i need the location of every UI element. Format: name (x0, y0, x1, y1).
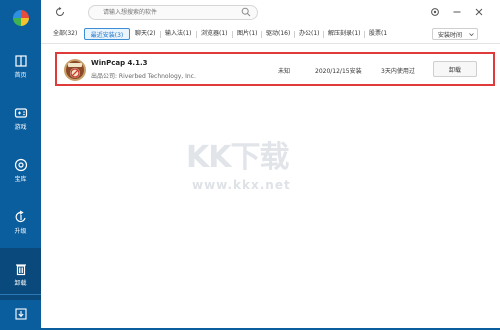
home-icon (13, 53, 29, 69)
tab-divider (232, 31, 233, 38)
trash-icon (13, 261, 29, 277)
usage-status: 3天内使用过 (381, 68, 415, 75)
sidebar-item-label: 首页 (14, 72, 27, 79)
treasure-icon (13, 157, 29, 173)
app-name: WinPcap 4.1.3 (91, 59, 148, 67)
minimize-button[interactable] (451, 6, 462, 17)
app-publisher: 出品公司: Riverbed Technology, Inc. (91, 73, 196, 80)
tab-stock[interactable]: 股票(1 (369, 29, 387, 39)
tab-divider (160, 31, 161, 38)
tab-divider (323, 31, 324, 38)
app-size: 未知 (278, 68, 291, 75)
uninstall-button[interactable]: 卸载 (433, 61, 477, 77)
tab-divider (364, 31, 365, 38)
sidebar-item-upgrade[interactable]: 升级 (0, 196, 41, 248)
sidebar-item-label: 宝库 (14, 176, 27, 183)
minimize-icon (453, 11, 460, 12)
sidebar-item-label: 卸载 (14, 280, 27, 287)
sidebar-divider (0, 294, 41, 295)
search-icon[interactable] (241, 7, 251, 17)
refresh-icon[interactable] (55, 7, 65, 17)
upgrade-icon (13, 209, 29, 225)
tab-divider (196, 31, 197, 38)
category-tabs: 全部(32) 最近安装(3) 聊天(2) 输入法(1) 浏览器(1) 图片(1)… (41, 25, 500, 44)
tab-divider (261, 31, 262, 38)
gamepad-icon (13, 105, 29, 121)
app-logo (0, 0, 41, 36)
watermark-brand: KK下载 (186, 140, 289, 175)
tab-image[interactable]: 图片(1) (237, 29, 258, 39)
pinwheel-logo-icon (12, 10, 29, 26)
winpcap-app-icon (64, 59, 86, 81)
chevron-down-icon (469, 33, 474, 37)
tab-recently-installed[interactable]: 最近安装(3) (84, 28, 130, 40)
close-button[interactable] (473, 6, 484, 17)
tab-divider (294, 31, 295, 38)
sidebar-item-uninstall[interactable]: 卸载 (0, 248, 41, 300)
sidebar-item-home[interactable]: 首页 (0, 40, 41, 92)
install-date: 2020/12/15安装 (315, 68, 362, 75)
gear-icon (430, 7, 439, 16)
sort-dropdown[interactable]: 安装时间 (432, 28, 478, 40)
top-bar (41, 0, 500, 25)
sidebar-item-label: 游戏 (14, 124, 27, 131)
tab-chat[interactable]: 聊天(2) (135, 29, 156, 39)
tab-unzip-burn[interactable]: 解压刻录(1) (328, 29, 361, 39)
download-icon (14, 308, 27, 320)
sidebar-item-games[interactable]: 游戏 (0, 92, 41, 144)
close-icon (475, 8, 482, 15)
sidebar-item-treasure[interactable]: 宝库 (0, 144, 41, 196)
tab-driver[interactable]: 驱动(16) (266, 29, 290, 39)
watermark: KK下载 www.kkx.net (186, 140, 310, 196)
sidebar: 首页 游戏 宝库 升级 卸载 (0, 0, 41, 330)
table-row[interactable]: WinPcap 4.1.3 出品公司: Riverbed Technology,… (55, 52, 495, 86)
tab-browser[interactable]: 浏览器(1) (201, 29, 228, 39)
watermark-site: www.kkx.net (192, 178, 291, 192)
settings-button[interactable] (429, 6, 440, 17)
tab-input-method[interactable]: 输入法(1) (165, 29, 192, 39)
sidebar-download-button[interactable] (0, 300, 41, 328)
sidebar-item-label: 升级 (14, 228, 27, 235)
tab-office[interactable]: 办公(1) (299, 29, 320, 39)
sort-label: 安装时间 (438, 31, 463, 39)
tab-all[interactable]: 全部(32) (53, 29, 77, 39)
search-input[interactable] (88, 5, 258, 20)
